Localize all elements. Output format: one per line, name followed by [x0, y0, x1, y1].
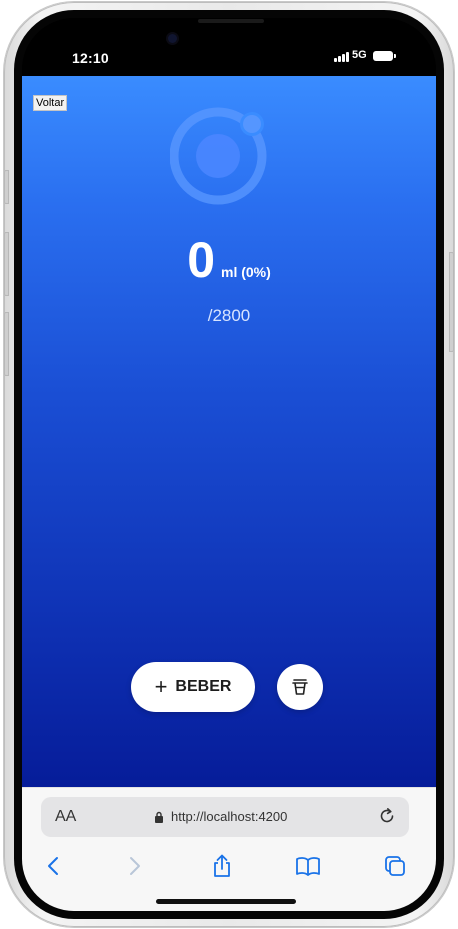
battery-icon [373, 51, 396, 61]
intake-value: 0 [187, 232, 215, 288]
drink-button-label: BEBER [175, 678, 232, 695]
text-size-button[interactable]: AA [55, 808, 76, 826]
signal-icon [334, 52, 350, 62]
url-text: http://localhost:4200 [171, 809, 288, 824]
cup-icon [292, 679, 308, 695]
cup-button[interactable] [277, 664, 323, 710]
address-bar[interactable]: AA http://localhost:4200 [41, 797, 409, 837]
volume-up-button [4, 232, 9, 296]
safari-browser-bar: AA http://localhost:4200 [22, 787, 436, 911]
bookmarks-icon[interactable] [288, 846, 328, 886]
forward-icon[interactable] [115, 846, 155, 886]
front-camera [168, 34, 177, 43]
screen: 12:10 5G Voltar 0 ml (0%) /2800 + BEBER … [22, 18, 436, 911]
mute-switch [4, 170, 9, 204]
back-icon[interactable] [33, 846, 73, 886]
volume-down-button [4, 312, 9, 376]
lock-icon [155, 811, 163, 823]
ionic-logo-icon [170, 107, 267, 205]
status-bar: 12:10 5G [22, 18, 436, 76]
intake-display: 0 ml (0%) [22, 231, 436, 289]
tabs-icon[interactable] [375, 846, 415, 886]
speaker [198, 19, 264, 23]
power-button [449, 252, 454, 352]
back-button[interactable]: Voltar [33, 95, 68, 111]
share-icon[interactable] [202, 846, 242, 886]
status-time: 12:10 [72, 50, 109, 66]
plus-icon: + [154, 674, 168, 699]
home-indicator [156, 899, 296, 904]
drink-button[interactable]: + BEBER [131, 662, 255, 712]
daily-goal: /2800 [207, 306, 251, 325]
network-type: 5G [352, 49, 367, 61]
app-content: Voltar 0 ml (0%) /2800 + BEBER [22, 76, 436, 787]
phone-frame: 12:10 5G Voltar 0 ml (0%) /2800 + BEBER … [4, 2, 454, 927]
browser-toolbar [22, 846, 436, 886]
intake-unit: ml (0%) [221, 264, 271, 280]
screen-bezel: 12:10 5G Voltar 0 ml (0%) /2800 + BEBER … [14, 10, 444, 919]
reload-icon[interactable] [377, 806, 397, 826]
